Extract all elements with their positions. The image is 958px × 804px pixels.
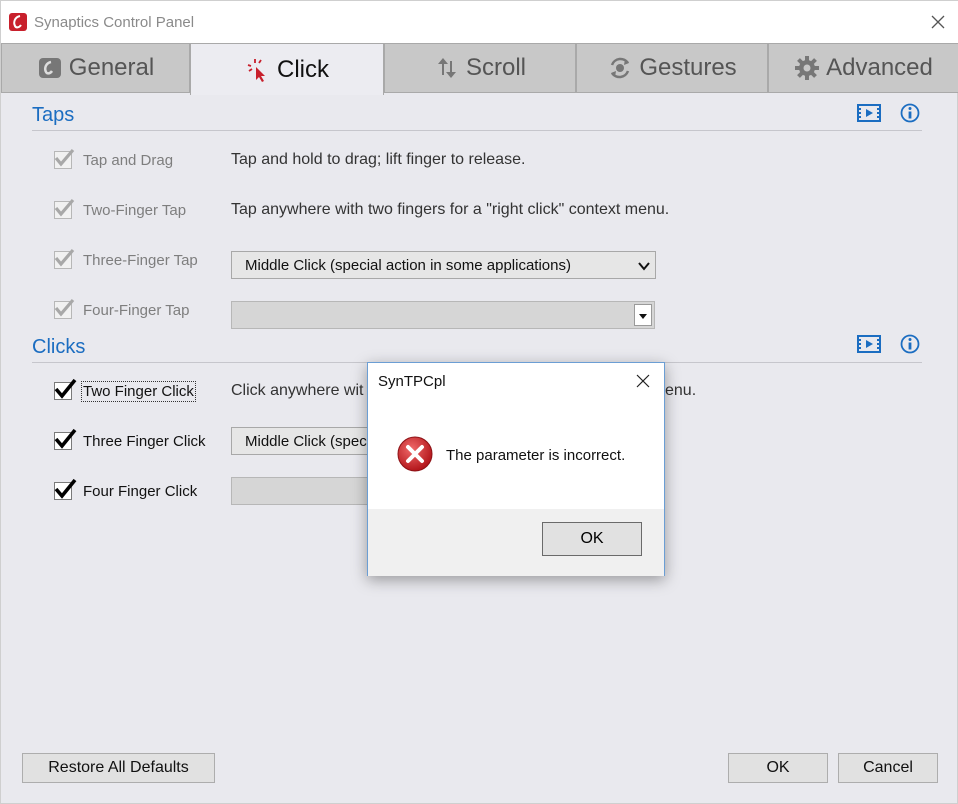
chevron-down-icon bbox=[637, 259, 651, 273]
info-icon[interactable] bbox=[900, 334, 924, 354]
gear-icon bbox=[794, 55, 820, 81]
three-finger-tap-select[interactable]: Middle Click (special action in some app… bbox=[231, 251, 656, 279]
four-finger-click-label: Four Finger Click bbox=[83, 483, 198, 500]
tab-bar: General Click Scroll Gestures Advanced bbox=[1, 43, 958, 95]
synaptics-logo-icon bbox=[9, 13, 27, 31]
four-finger-tap-checkbox[interactable] bbox=[54, 298, 75, 319]
four-finger-tap-label: Four-Finger Tap bbox=[83, 302, 190, 319]
two-finger-click-label: Two Finger Click bbox=[81, 381, 196, 402]
cursor-click-icon bbox=[245, 57, 271, 83]
info-icon[interactable] bbox=[900, 103, 924, 123]
two-finger-tap-checkbox[interactable] bbox=[54, 198, 75, 219]
three-finger-tap-select-value: Middle Click (special action in some app… bbox=[245, 257, 571, 274]
taps-section-title: Taps bbox=[32, 104, 75, 126]
tab-label: Advanced bbox=[826, 54, 933, 81]
video-icon[interactable] bbox=[857, 103, 881, 123]
window-title: Synaptics Control Panel bbox=[34, 14, 195, 31]
tab-scroll[interactable]: Scroll bbox=[384, 43, 576, 93]
tap-and-drag-checkbox[interactable] bbox=[54, 148, 75, 169]
close-icon[interactable] bbox=[634, 372, 652, 390]
four-finger-click-checkbox[interactable] bbox=[54, 478, 77, 500]
synaptics-control-panel-window: Synaptics Control Panel General Click Sc… bbox=[0, 0, 958, 804]
scroll-arrows-icon bbox=[434, 55, 460, 81]
dialog-footer: OK bbox=[368, 509, 664, 576]
three-finger-click-select[interactable]: Middle Click (spec bbox=[231, 427, 371, 455]
title-bar: Synaptics Control Panel bbox=[1, 1, 958, 43]
dialog-message: The parameter is incorrect. bbox=[446, 447, 626, 464]
two-finger-click-description: Click anywhere wit bbox=[231, 382, 364, 399]
video-icon[interactable] bbox=[857, 334, 881, 354]
restore-all-defaults-button[interactable]: Restore All Defaults bbox=[22, 753, 215, 783]
two-finger-tap-description: Tap anywhere with two fingers for a "rig… bbox=[231, 201, 670, 218]
tab-label: General bbox=[68, 54, 155, 81]
touchpad-icon bbox=[37, 55, 63, 81]
cancel-button[interactable]: Cancel bbox=[838, 753, 938, 783]
four-finger-click-select[interactable] bbox=[231, 477, 371, 505]
tab-label: Scroll bbox=[465, 54, 526, 81]
four-finger-tap-select[interactable] bbox=[231, 301, 655, 329]
tab-label: Gestures bbox=[639, 54, 737, 81]
close-icon[interactable] bbox=[927, 11, 949, 33]
gestures-icon bbox=[607, 55, 633, 81]
tap-and-drag-label: Tap and Drag bbox=[83, 152, 174, 169]
dialog-title: SynTPCpl bbox=[378, 373, 446, 390]
tab-gestures[interactable]: Gestures bbox=[576, 43, 768, 93]
three-finger-click-checkbox[interactable] bbox=[54, 428, 77, 450]
tab-click[interactable]: Click bbox=[190, 43, 384, 95]
taps-divider bbox=[32, 130, 922, 131]
three-finger-tap-label: Three-Finger Tap bbox=[83, 252, 198, 269]
tab-general[interactable]: General bbox=[1, 43, 190, 93]
three-finger-click-label: Three Finger Click bbox=[83, 433, 206, 450]
three-finger-tap-checkbox[interactable] bbox=[54, 248, 75, 269]
two-finger-tap-label: Two-Finger Tap bbox=[83, 202, 187, 219]
tap-and-drag-description: Tap and hold to drag; lift finger to rel… bbox=[231, 151, 526, 168]
dropdown-button[interactable] bbox=[634, 304, 652, 326]
clicks-section-title: Clicks bbox=[32, 336, 86, 358]
tab-advanced[interactable]: Advanced bbox=[768, 43, 958, 93]
dialog-ok-button[interactable]: OK bbox=[542, 522, 642, 556]
three-finger-click-select-value: Middle Click (spec bbox=[245, 433, 367, 450]
error-icon bbox=[396, 435, 434, 473]
two-finger-click-checkbox[interactable] bbox=[54, 378, 77, 400]
tab-label: Click bbox=[277, 55, 329, 83]
two-finger-click-description-end: enu. bbox=[665, 382, 697, 399]
ok-button[interactable]: OK bbox=[728, 753, 828, 783]
error-dialog: SynTPCpl The parameter is incorrect. OK bbox=[367, 362, 665, 576]
